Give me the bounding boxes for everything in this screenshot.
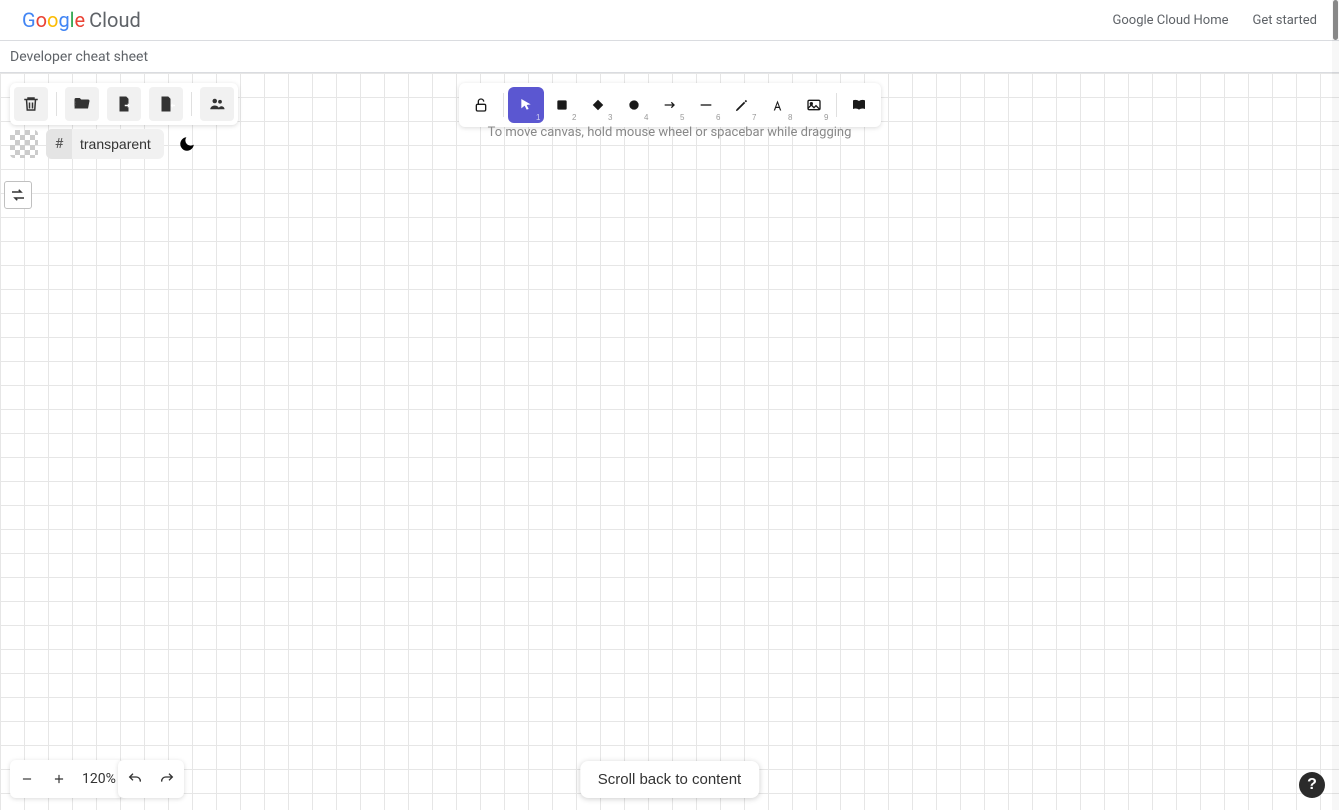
canvas-hint: To move canvas, hold mouse wheel or spac… [488,125,852,140]
moon-icon [178,135,196,153]
share-button[interactable] [200,87,234,121]
circle-icon [627,98,641,112]
arrow-tool[interactable]: 5 [652,87,688,123]
zoom-panel: 120% [10,760,124,798]
page-title: Developer cheat sheet [10,49,148,65]
logo-letter: o [47,8,58,32]
app-header: Google Cloud Google Cloud Home Get start… [0,0,1339,41]
redo-icon [159,771,175,787]
divider [503,93,504,117]
undo-icon [127,771,143,787]
help-button[interactable]: ? [1299,772,1325,798]
header-nav: Google Cloud Home Get started [1113,13,1317,28]
book-icon [851,97,867,113]
zoom-out-button[interactable] [12,762,42,796]
logo-letter: G [22,8,36,32]
canvas-color-row: # [10,129,202,159]
save-button[interactable] [107,87,141,121]
text-icon [770,98,785,113]
key-hint: 5 [680,113,684,122]
key-hint: 7 [752,113,756,122]
users-icon [208,95,226,113]
ellipse-tool[interactable]: 4 [616,87,652,123]
diamond-icon [591,98,605,112]
key-hint: 1 [536,113,540,122]
select-tool[interactable]: 1 [508,87,544,123]
tool-toolbar: 1 2 3 4 5 6 7 8 [459,83,881,127]
square-icon [555,98,569,112]
image-tool[interactable]: 9 [796,87,832,123]
export-button[interactable] [149,87,183,121]
logo-letter: g [58,8,69,32]
logo-letter: e [75,8,86,32]
divider [56,92,57,116]
google-cloud-logo[interactable]: Google Cloud [22,8,141,32]
color-input-group: # [46,129,164,159]
swap-arrows-icon [9,186,27,204]
key-hint: 2 [572,113,576,122]
plus-icon [52,772,66,786]
key-hint: 4 [644,113,648,122]
scrollbar-thumb[interactable] [1333,0,1338,40]
draw-tool[interactable]: 7 [724,87,760,123]
page-subheader: Developer cheat sheet [0,41,1339,73]
right-scrollbar[interactable] [1332,0,1339,810]
trash-icon [22,95,40,113]
image-icon [806,97,822,113]
lock-open-icon [473,97,489,113]
cursor-icon [518,97,534,113]
rectangle-tool[interactable]: 2 [544,87,580,123]
hash-label: # [46,129,72,159]
file-toolbar [10,83,238,125]
folder-open-icon [73,95,91,113]
key-hint: 3 [608,113,612,122]
logo-letter: o [36,8,47,32]
undo-button[interactable] [120,762,150,796]
minus-icon [20,772,34,786]
zoom-in-button[interactable] [44,762,74,796]
dark-mode-toggle[interactable] [172,129,202,159]
key-hint: 9 [824,113,828,122]
color-swatch[interactable] [10,130,38,158]
open-button[interactable] [65,87,99,121]
scroll-back-button[interactable]: Scroll back to content [580,761,759,798]
trash-button[interactable] [14,87,48,121]
divider [836,93,837,117]
line-tool[interactable]: 6 [688,87,724,123]
undo-panel [118,760,184,798]
home-link[interactable]: Google Cloud Home [1113,13,1229,28]
color-value-input[interactable] [72,129,164,159]
arrow-icon [662,97,678,113]
library-tool[interactable] [841,87,877,123]
swap-button[interactable] [4,181,32,209]
text-tool[interactable]: 8 [760,87,796,123]
export-file-icon [157,95,175,113]
key-hint: 6 [716,113,720,122]
line-icon [698,97,714,113]
divider [191,92,192,116]
key-hint: 8 [788,113,792,122]
redo-button[interactable] [152,762,182,796]
zoom-level[interactable]: 120% [76,771,122,787]
logo-cloud-text: Cloud [89,8,141,32]
drawing-canvas[interactable]: # 1 2 3 4 5 [0,73,1339,810]
diamond-tool[interactable]: 3 [580,87,616,123]
get-started-link[interactable]: Get started [1253,13,1317,28]
lock-tool[interactable] [463,87,499,123]
save-file-icon [115,95,133,113]
pencil-icon [734,98,749,113]
